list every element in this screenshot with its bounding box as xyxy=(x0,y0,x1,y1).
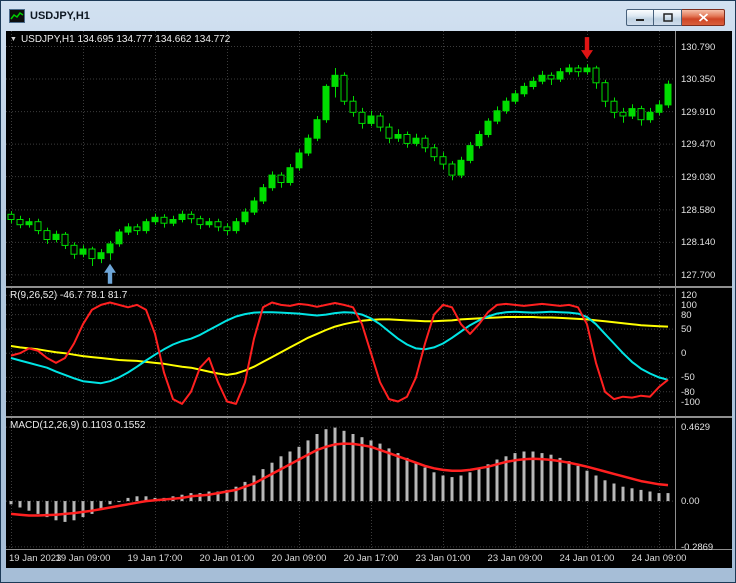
oscillator-chart[interactable] xyxy=(6,288,675,416)
time-axis-label: 19 Jan 2023 xyxy=(9,553,62,564)
time-axis-label: 20 Jan 17:00 xyxy=(343,553,399,564)
time-axis-label: 20 Jan 01:00 xyxy=(199,553,255,564)
cyan-line xyxy=(10,310,669,385)
main-chart-panel: ▼ USDJPY,H1 134.695 134.777 134.662 134.… xyxy=(6,31,675,286)
price-axis-label: 127.700 xyxy=(681,269,716,281)
macd-chart[interactable] xyxy=(6,418,675,549)
application-window: USDJPY,H1 ▼ USDJPY,H1 134.695 134.777 13… xyxy=(0,0,736,583)
price-axis-label: 128.580 xyxy=(681,204,716,216)
time-axis-label: 19 Jan 17:00 xyxy=(127,553,183,564)
time-axis-separator xyxy=(6,549,732,550)
yellow-line xyxy=(10,316,669,376)
oscillator-panel: R(9,26,52) -46.7 78.1 81.7 xyxy=(6,288,675,416)
macd-axis-label: 0.00 xyxy=(681,496,700,508)
oscillator-label: R(9,26,52) -46.7 78.1 81.7 xyxy=(10,290,128,301)
macd-panel: MACD(12,26,9) 0.1103 0.1552 xyxy=(6,418,675,549)
title-bar[interactable]: USDJPY,H1 xyxy=(2,2,734,30)
macd-axis-label: 0.4629 xyxy=(681,422,711,434)
price-axis-label: 129.910 xyxy=(681,106,716,118)
app-icon[interactable] xyxy=(9,9,25,23)
time-axis-label: 23 Jan 01:00 xyxy=(415,553,471,564)
price-axis-label: 129.470 xyxy=(681,139,716,151)
chart-client-area: ▼ USDJPY,H1 134.695 134.777 134.662 134.… xyxy=(6,31,732,568)
ohlc-text: USDJPY,H1 134.695 134.777 134.662 134.77… xyxy=(20,34,231,45)
time-axis-label: 20 Jan 09:00 xyxy=(271,553,327,564)
close-button[interactable] xyxy=(682,9,725,26)
price-axis-label: 129.030 xyxy=(681,171,716,183)
minimize-icon xyxy=(636,19,644,21)
candlestick-chart[interactable] xyxy=(6,31,675,286)
minimize-button[interactable] xyxy=(626,9,654,26)
oscillator-axis-label: 50 xyxy=(681,324,692,336)
oscillator-axis-label: -100 xyxy=(681,396,701,408)
close-icon xyxy=(698,13,708,22)
symbol-dropdown-icon: ▼ xyxy=(10,36,17,43)
maximize-icon xyxy=(662,13,673,22)
time-axis-label: 24 Jan 09:00 xyxy=(631,553,687,564)
buy-arrow xyxy=(104,263,116,284)
macd-label: MACD(12,26,9) 0.1103 0.1552 xyxy=(10,420,146,431)
oscillator-axis-label: 80 xyxy=(681,309,692,321)
time-axis-label: 23 Jan 09:00 xyxy=(487,553,543,564)
price-axis[interactable]: 130.790 130.350 129.910 129.470 129.030 128.5… xyxy=(675,31,732,553)
sell-arrow xyxy=(581,37,593,60)
window-title: USDJPY,H1 xyxy=(30,10,90,22)
time-axis-label: 24 Jan 01:00 xyxy=(559,553,615,564)
time-axis[interactable]: 19 Jan 2023 19 Jan 09:00 19 Jan 17:00 20 Ja… xyxy=(6,551,732,568)
time-axis-label: 19 Jan 09:00 xyxy=(55,553,111,564)
ohlc-label: ▼ USDJPY,H1 134.695 134.777 134.662 134.… xyxy=(10,34,230,45)
window-controls xyxy=(626,9,725,26)
price-axis-label: 130.350 xyxy=(681,74,716,86)
price-axis-label: 128.140 xyxy=(681,237,716,249)
price-axis-label: 130.790 xyxy=(681,41,716,53)
maximize-button[interactable] xyxy=(654,9,682,26)
oscillator-axis-label: 0 xyxy=(681,348,687,360)
oscillator-axis-label: -50 xyxy=(681,372,695,384)
